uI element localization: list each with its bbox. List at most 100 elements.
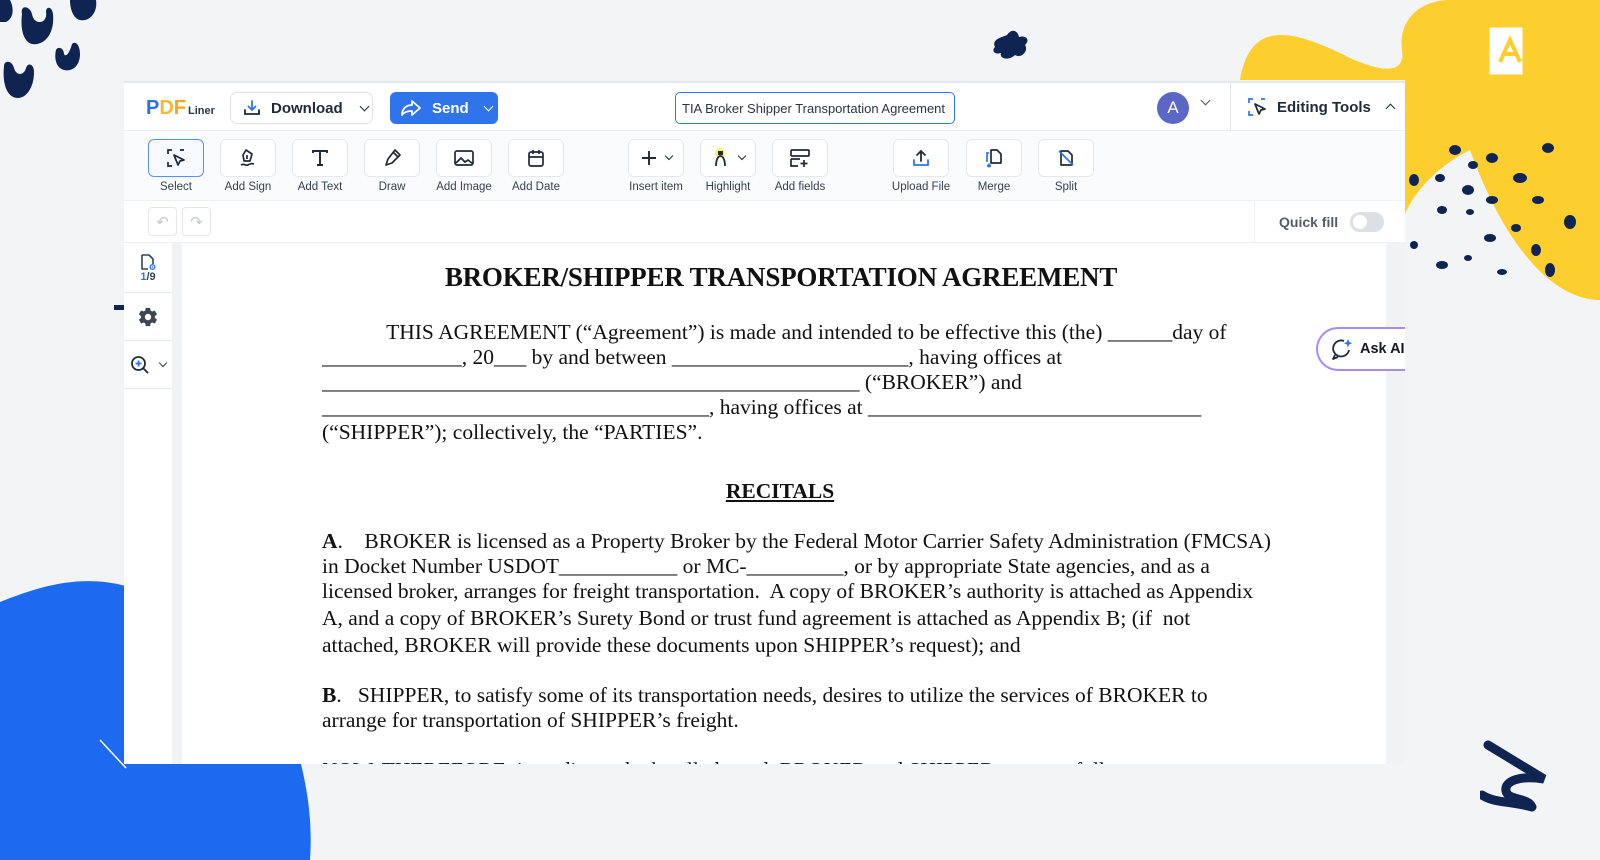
chevron-down-icon xyxy=(158,358,168,367)
page-counter: 1/9 xyxy=(140,271,155,283)
intro-line: THIS AGREEMENT (“Agreement”) is made and… xyxy=(322,320,1227,344)
download-button[interactable]: Download xyxy=(230,92,373,124)
recital-b-text: . SHIPPER, to satisfy some of its transp… xyxy=(336,683,1208,707)
logo-letter-p: P xyxy=(146,97,160,119)
tool-upload-file[interactable]: Upload File xyxy=(891,139,951,193)
user-avatar[interactable]: A xyxy=(1157,92,1189,124)
send-button[interactable]: Send xyxy=(390,92,498,124)
intro-line: ____________________________________, ha… xyxy=(322,395,1202,419)
recital-a-line: licensed broker, arranges for freight tr… xyxy=(322,579,1254,603)
download-icon xyxy=(244,100,260,115)
plus-icon xyxy=(642,151,656,165)
recital-a-line: A. BROKER is licensed as a Property Brok… xyxy=(322,529,1282,554)
recital-b-letter: B xyxy=(322,683,337,707)
signature-pen-icon xyxy=(240,149,255,167)
tool-add-sign[interactable]: Add Sign xyxy=(220,139,276,193)
settings-button[interactable] xyxy=(124,293,172,341)
redo-icon: ↷ xyxy=(190,212,203,231)
upload-icon xyxy=(913,149,929,166)
tool-label: Highlight xyxy=(705,181,751,193)
document-content: BROKER/SHIPPER TRANSPORTATION AGREEMENT … xyxy=(322,261,1282,764)
canvas-gutter-right xyxy=(1386,243,1405,764)
document-heading: BROKER/SHIPPER TRANSPORTATION AGREEMENT xyxy=(444,262,1118,292)
undo-button[interactable]: ↶ xyxy=(148,207,177,236)
quick-fill-label: Quick fill xyxy=(1279,214,1339,230)
zoom-control[interactable] xyxy=(124,341,172,389)
tool-highlight[interactable]: Highlight xyxy=(700,139,756,193)
editing-tools-cursor-icon xyxy=(1248,98,1266,116)
quick-fill-control: Quick fill xyxy=(1254,201,1405,243)
logo-letter-d: D xyxy=(159,97,174,119)
image-icon xyxy=(454,150,474,166)
zoom-in-icon xyxy=(131,355,149,374)
recital-a-line: A, and a copy of BROKER’s Surety Bond or… xyxy=(322,606,1191,630)
decorative-dash xyxy=(114,305,124,310)
editing-toolbar: Select Add Sign Add Text Draw Add Image … xyxy=(124,131,1405,201)
tool-add-text[interactable]: Add Text xyxy=(292,139,348,193)
document-page[interactable]: BROKER/SHIPPER TRANSPORTATION AGREEMENT … xyxy=(182,243,1386,764)
highlighter-icon xyxy=(715,148,726,167)
account-chevron-down-icon[interactable] xyxy=(1200,95,1211,106)
tool-label: Upload File xyxy=(891,181,951,193)
text-t-icon xyxy=(312,150,328,166)
tool-merge[interactable]: Merge xyxy=(966,139,1022,193)
logo-letter-f: F xyxy=(173,97,187,119)
recital-a-text: . BROKER is licensed as a Property Broke… xyxy=(337,529,1271,553)
pdfliner-logo[interactable]: P D F Liner xyxy=(146,97,215,120)
total-pages: /9 xyxy=(146,270,156,283)
tool-label: Merge xyxy=(977,181,1011,193)
tool-add-image[interactable]: Add Image xyxy=(436,139,492,193)
recital-a-line: attached, BROKER will provide these docu… xyxy=(322,633,1021,657)
send-share-icon xyxy=(401,100,421,116)
ask-ai-button[interactable]: Ask AI xyxy=(1316,327,1405,371)
avatar-initial: A xyxy=(1167,98,1179,117)
intro-line: _____________, 20___ by and between ____… xyxy=(322,345,1063,369)
top-header: P D F Liner Download Send A Editing Tool… xyxy=(124,83,1405,131)
left-sidebar: 1/9 xyxy=(124,243,172,764)
undo-icon: ↶ xyxy=(156,212,169,231)
editing-tools-toggle[interactable]: Editing Tools xyxy=(1230,83,1405,131)
tool-select[interactable]: Select xyxy=(148,139,204,193)
intro-line: (“SHIPPER”); collectively, the “PARTIES”… xyxy=(322,420,703,444)
tool-add-date[interactable]: Add Date xyxy=(508,139,564,193)
intro-line: ________________________________________… xyxy=(322,370,1022,394)
tool-split[interactable]: Split xyxy=(1038,139,1094,193)
now-therefore-line: NOW, THEREFORE, intending to be legally … xyxy=(322,758,1282,764)
tool-add-fields[interactable]: Add fields xyxy=(772,139,828,193)
recital-b-line: arrange for transportation of SHIPPER’s … xyxy=(322,708,739,732)
recital-b-line: B. SHIPPER, to satisfy some of its trans… xyxy=(322,683,1282,708)
tool-label: Select xyxy=(160,181,192,193)
tool-label: Add Text xyxy=(297,181,343,193)
calendar-icon xyxy=(528,150,544,167)
recital-a-letter: A xyxy=(322,529,338,553)
quick-fill-toggle[interactable] xyxy=(1350,212,1385,232)
recital-a-line: in Docket Number USDOT___________ or MC-… xyxy=(322,554,1210,578)
recitals-heading: RECITALS xyxy=(725,479,835,503)
form-fields-icon xyxy=(790,149,810,167)
chevron-down-icon xyxy=(483,101,494,111)
tool-label: Add Date xyxy=(512,181,560,193)
tool-label: Draw xyxy=(378,181,406,193)
ask-ai-label: Ask AI xyxy=(1360,341,1405,357)
tool-insert-item[interactable]: Insert item xyxy=(628,139,684,193)
tool-label: Split xyxy=(1054,181,1078,193)
decorative-splash-top xyxy=(993,30,1028,59)
chevron-down-icon xyxy=(737,151,747,161)
decorative-blobs-top-left xyxy=(0,0,97,98)
canvas-gutter-left xyxy=(172,243,182,764)
split-icon xyxy=(1058,150,1074,166)
tool-label: Add Image xyxy=(436,181,492,193)
editing-tools-label: Editing Tools xyxy=(1277,98,1371,116)
gear-icon xyxy=(138,307,157,326)
merge-icon xyxy=(986,149,1002,168)
chevron-up-icon xyxy=(1385,103,1396,114)
logo-suffix: Liner xyxy=(188,105,215,117)
redo-button[interactable]: ↷ xyxy=(182,207,211,236)
pencil-draw-icon xyxy=(385,149,401,166)
tool-label: Add fields xyxy=(774,181,826,193)
page-thumbnails-button[interactable]: 1/9 xyxy=(124,243,172,293)
download-label: Download xyxy=(271,99,343,117)
history-bar: ↶ ↷ Quick fill xyxy=(124,201,1405,243)
document-title-input[interactable] xyxy=(675,92,955,124)
tool-draw[interactable]: Draw xyxy=(364,139,420,193)
